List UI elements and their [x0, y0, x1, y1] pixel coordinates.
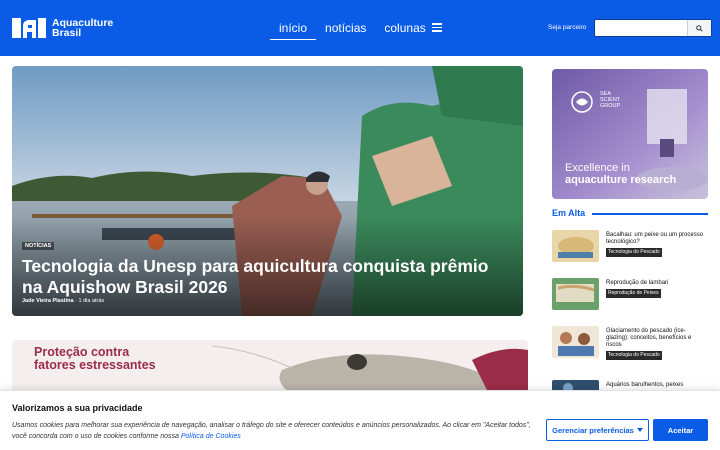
trending-item-text: Reprodução de lambari Reprodução de Peix… — [606, 280, 706, 298]
logo-mark-icon — [12, 18, 46, 38]
cookie-body: Usamos cookies para melhorar sua experiê… — [12, 422, 531, 440]
cookie-title: Valorizamos a sua privacidade — [12, 403, 143, 413]
trending-item[interactable]: Glaciamento do pescado (ice-glazing): co… — [552, 326, 708, 366]
trending-item-tag[interactable]: Reprodução de Peixes — [606, 289, 661, 298]
category-badge[interactable]: NOTÍCIAS — [22, 242, 55, 250]
sidebar-ad-line-2: aquaculture research — [565, 174, 677, 186]
author-name[interactable]: Jade Vieira Plastina — [22, 298, 74, 304]
cookie-text: Usamos cookies para melhorar sua experiê… — [12, 420, 536, 442]
accept-button[interactable]: Aceitar — [653, 419, 708, 441]
trending-item[interactable]: Bacalhau: um peixe ou um processo tecnol… — [552, 230, 708, 270]
logo-line-2: Brasil — [52, 27, 82, 39]
partner-link[interactable]: Seja parceiro — [548, 24, 586, 31]
trending-thumb — [552, 326, 599, 358]
publish-time: 1 dia atrás — [78, 298, 105, 304]
trending-item-title[interactable]: Aquários barulhentos, peixes — [606, 382, 706, 389]
manage-preferences-label: Gerenciar preferências — [552, 425, 634, 435]
search-button[interactable] — [687, 20, 711, 36]
sidebar-ad-brand: SEA SCIENT GROUP — [600, 91, 620, 109]
nav-inicio[interactable]: início — [270, 18, 317, 40]
trending-item-text: Aquários barulhentos, peixes — [606, 382, 706, 389]
sidebar-ad-text: Excellence in aquaculture research — [565, 162, 676, 186]
trending-item-text: Bacalhau: um peixe ou um processo tecnol… — [606, 232, 706, 257]
main-nav: início notícias colunas — [270, 18, 435, 40]
hamburger-menu-icon[interactable] — [432, 23, 442, 32]
trending-item-tag[interactable]: Tecnologia do Pescado — [606, 351, 662, 360]
hero-title[interactable]: Tecnologia da Unesp para aquicultura con… — [22, 256, 502, 298]
hero-meta: Jade Vieira Plastina · 1 dia atrás — [22, 298, 104, 304]
trending-thumb — [552, 230, 599, 262]
search-box — [594, 19, 712, 37]
ad-headline: Proteção contra fatores estressantes — [34, 346, 156, 372]
trending-item-title[interactable]: Bacalhau: um peixe ou um processo tecnol… — [606, 232, 706, 246]
trending-item[interactable]: Reprodução de lambari Reprodução de Peix… — [552, 278, 708, 318]
nav-noticias[interactable]: notícias — [316, 18, 375, 40]
nav-colunas[interactable]: colunas — [375, 18, 434, 40]
sidebar-ad[interactable]: SEA SCIENT GROUP Excellence in aquacultu… — [552, 69, 708, 199]
trending-item-text: Glaciamento do pescado (ice-glazing): co… — [606, 328, 706, 360]
trending-header: Em Alta — [552, 208, 708, 218]
cookie-policy-link[interactable]: Política de Cookies — [181, 433, 241, 440]
brand-line-3: GROUP — [600, 103, 621, 109]
manage-preferences-button[interactable]: Gerenciar preferências — [546, 419, 649, 441]
hero-article[interactable]: NOTÍCIAS Tecnologia da Unesp para aquicu… — [12, 66, 523, 316]
page: Aquaculture Brasil início notícias colun… — [0, 0, 720, 450]
search-icon — [696, 24, 703, 32]
site-logo[interactable]: Aquaculture Brasil — [12, 16, 122, 40]
search-input[interactable] — [595, 20, 687, 36]
trending-thumb — [552, 278, 599, 310]
trending-item-title[interactable]: Glaciamento do pescado (ice-glazing): co… — [606, 328, 706, 349]
chevron-down-icon — [636, 428, 643, 432]
logo-text: Aquaculture Brasil — [52, 18, 113, 39]
trending-item-tag[interactable]: Tecnologia do Pescado — [606, 248, 662, 257]
site-header: Aquaculture Brasil início notícias colun… — [0, 0, 720, 56]
trending-divider — [592, 213, 708, 215]
sidebar-ad-line-1: Excellence in — [565, 162, 630, 174]
trending-title: Em Alta — [552, 208, 586, 218]
trending-item-title[interactable]: Reprodução de lambari — [606, 280, 706, 287]
ad-line-2: fatores estressantes — [34, 358, 156, 372]
